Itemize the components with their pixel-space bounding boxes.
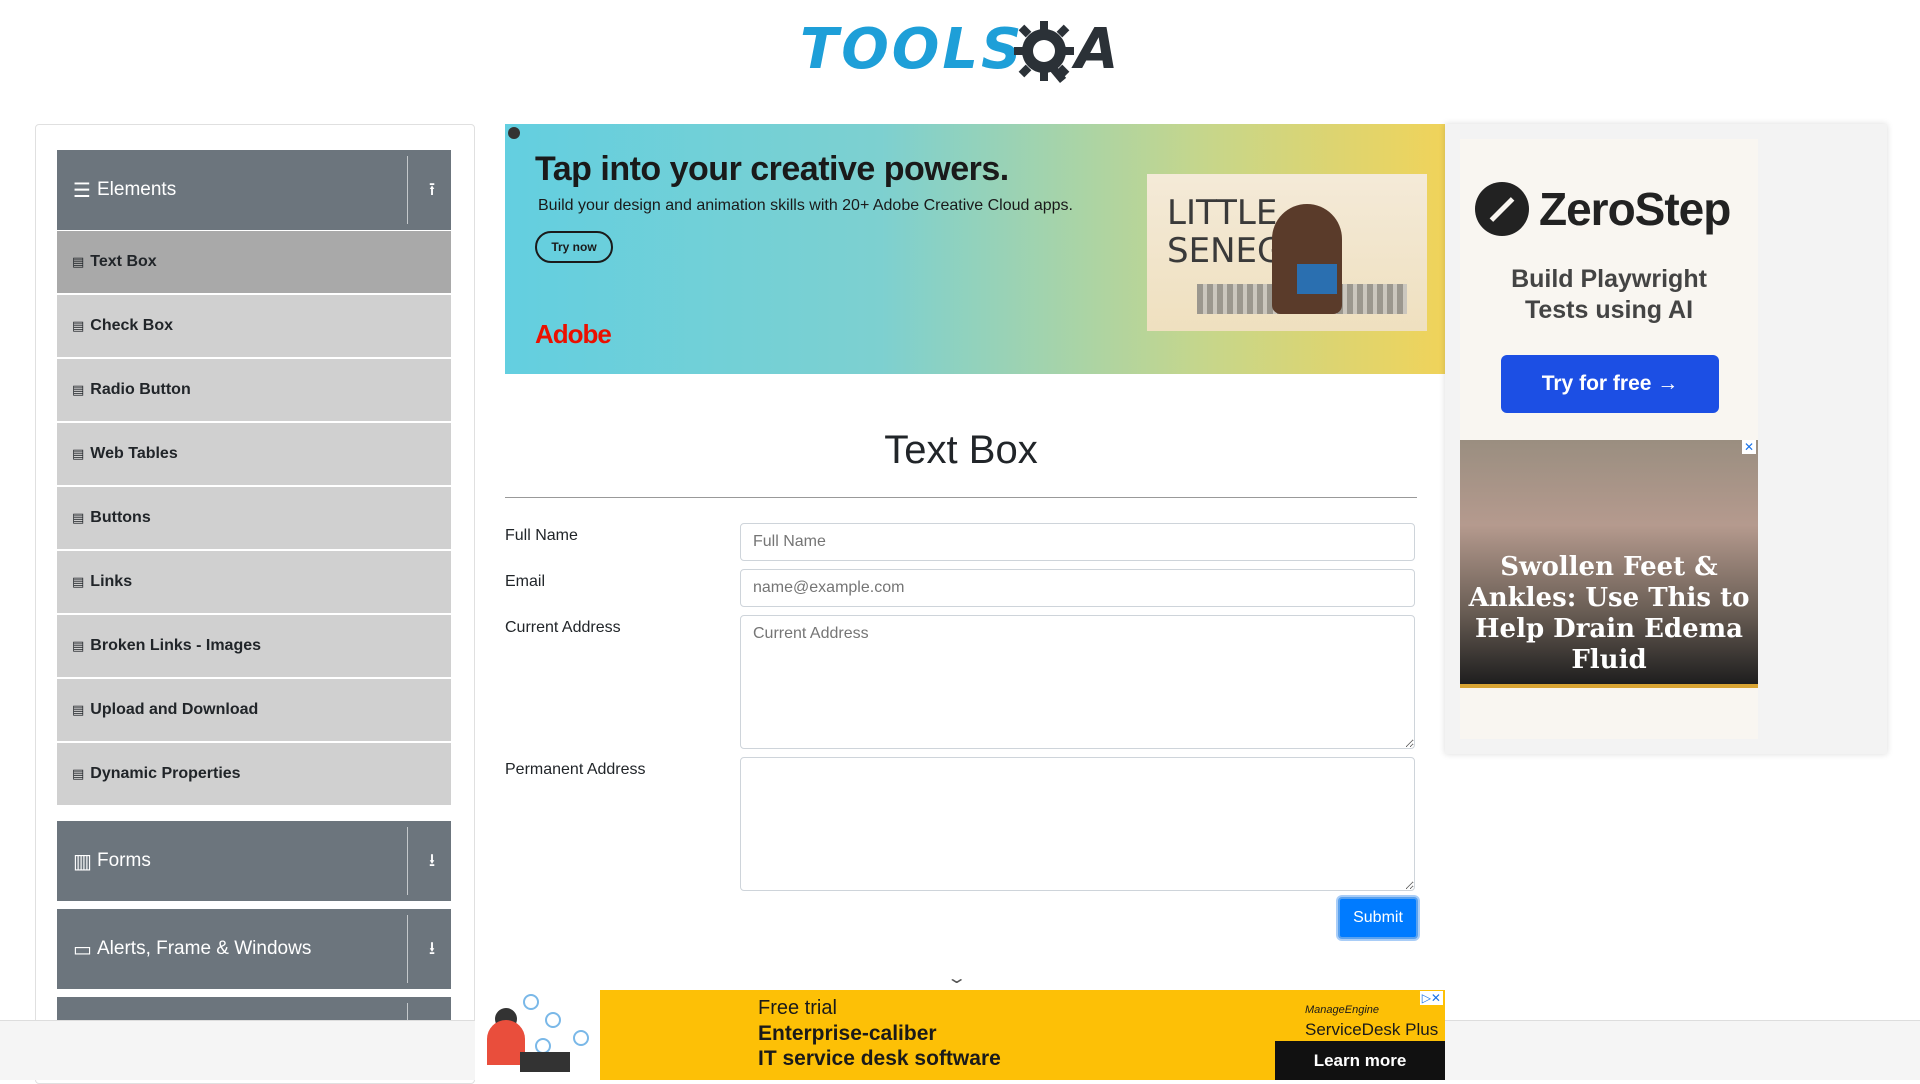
edema-ad[interactable]: ✕ Swollen Feet & Ankles: Use This to Hel… [1460,440,1758,688]
item-icon: ▤ [72,638,85,653]
sidebar-item-label: Text Box [90,253,157,270]
full-name-label: Full Name [505,527,578,544]
adchoices-close-icon[interactable]: ▷✕ [1419,991,1443,1005]
ad-line-3: IT service desk software [758,1047,1001,1070]
ad-try-now-button[interactable]: Try now [535,231,613,263]
item-icon: ▤ [72,702,85,717]
sidebar-item-dynamic-properties[interactable]: ▤ Dynamic Properties [57,743,451,805]
adchoices-icon[interactable] [508,127,520,139]
form-icon: ▥ [73,850,92,873]
group-alerts-frame-windows[interactable]: ▭ Alerts, Frame & Windows ⭳ [57,909,451,989]
group-forms-label: Forms [97,850,151,871]
adobe-banner-ad[interactable]: Tap into your creative powers. Build you… [505,124,1445,374]
elements-menu: ▤ Text Box ▤ Check Box ▤ Radio Button ▤ … [57,231,451,807]
network-node-icon [545,1012,561,1028]
network-node-icon [523,994,539,1010]
zerostep-brand: ZeroStep [1539,183,1731,235]
ad-illustration [475,990,600,1080]
sidebar-item-label: Radio Button [90,381,191,398]
expand-down-icon[interactable]: ⭳ [417,845,447,875]
email-label: Email [505,573,546,590]
ad-line-1: Free trial [758,997,837,1019]
sidebar-item-links[interactable]: ▤ Links [57,551,451,613]
permanent-address-label: Permanent Address [505,761,646,778]
sidebar-item-broken-links[interactable]: ▤ Broken Links - Images [57,615,451,677]
expand-down-icon[interactable]: ⭳ [417,933,447,963]
sidebar-item-label: Upload and Download [90,701,259,718]
ad-subtitle: Build your design and animation skills w… [538,197,1073,214]
group-alerts-label: Alerts, Frame & Windows [97,938,312,959]
sidebar-item-upload-download[interactable]: ▤ Upload and Download [57,679,451,741]
ad-poster-image: LITTLE SENEGAL [1147,174,1427,331]
sidebar-item-label: Links [90,573,133,590]
sidebar-item-label: Buttons [90,509,151,526]
zerostep-icon [1475,182,1529,236]
current-address-textarea[interactable] [740,615,1415,749]
permanent-address-textarea[interactable] [740,757,1415,891]
sidebar-item-check-box[interactable]: ▤ Check Box [57,295,451,357]
divider [407,827,408,895]
logo-tools-text: TOOLS [800,17,1025,82]
item-icon: ▤ [72,382,85,397]
item-icon: ▤ [72,318,85,333]
sidebar-item-label: Check Box [90,317,173,334]
group-elements-label: Elements [97,179,177,200]
sidebar-item-buttons[interactable]: ▤ Buttons [57,487,451,549]
portrait-graphic [1272,204,1342,314]
poster-text: LITTLE SENEGAL [1167,193,1326,271]
brand-small: ManageEngine [1305,1004,1380,1016]
item-icon: ▤ [72,766,85,781]
sidebar-item-radio-button[interactable]: ▤ Radio Button [57,359,451,421]
logo-a-text: A [1075,17,1122,82]
learn-more-button[interactable]: Learn more [1275,1041,1445,1080]
zerostep-tagline: Build Playwright Tests using AI [1511,265,1707,324]
item-icon: ▤ [72,254,85,269]
zerostep-logo: ZeroStep [1475,179,1745,239]
full-name-input[interactable] [740,523,1415,561]
try-for-free-button[interactable]: Try for free → [1501,355,1719,413]
collapse-up-icon[interactable]: ⭱ [417,174,447,204]
adobe-logo: Adobe [535,319,612,349]
sidebar-item-label: Dynamic Properties [90,765,241,782]
page-title: Text Box [884,428,1038,472]
email-input[interactable] [740,569,1415,607]
group-forms[interactable]: ▥ Forms ⭳ [57,821,451,901]
shirt-graphic [1297,264,1337,294]
current-address-label: Current Address [505,619,621,636]
item-icon: ▤ [72,510,85,525]
network-node-icon [573,1030,589,1046]
chevron-down-icon[interactable]: ⌄ [946,968,967,988]
right-side-ad[interactable]: ZeroStep Build Playwright Tests using AI… [1445,124,1887,754]
item-icon: ▤ [72,446,85,461]
close-icon[interactable]: ✕ [1742,440,1756,454]
ad-copy: Free trial Enterprise-caliber IT service… [758,996,1001,1071]
submit-button[interactable]: Submit [1338,897,1418,939]
title-divider [505,497,1417,498]
sidebar-item-web-tables[interactable]: ▤ Web Tables [57,423,451,485]
sidebar: ☰ Elements ⭱ ▤ Text Box ▤ Check Box ▤ Ra… [35,124,475,1084]
ad-line-2: Enterprise-caliber [758,1022,937,1045]
toolsqa-logo[interactable]: TOOLS A [800,15,1125,91]
divider [407,915,408,983]
header: TOOLS A [0,0,1920,110]
sidebar-item-label: Web Tables [90,445,178,462]
sidebar-item-text-box[interactable]: ▤ Text Box [57,231,451,293]
servicedesk-logo: ManageEngine ServiceDesk Plus [1305,1000,1438,1040]
window-icon: ▭ [73,938,92,961]
item-icon: ▤ [72,574,85,589]
gear-icon [1014,21,1074,83]
brand-name: ServiceDesk Plus [1305,1020,1439,1039]
ad-title: Tap into your creative powers. [535,150,1009,188]
edema-ad-caption: Swollen Feet & Ankles: Use This to Help … [1468,552,1750,675]
menu-icon: ☰ [73,179,91,202]
laptop-icon [520,1052,570,1072]
divider [407,156,408,224]
servicedesk-banner-ad[interactable]: Free trial Enterprise-caliber IT service… [475,990,1445,1080]
group-elements[interactable]: ☰ Elements ⭱ [57,150,451,230]
sidebar-item-label: Broken Links - Images [90,637,262,654]
